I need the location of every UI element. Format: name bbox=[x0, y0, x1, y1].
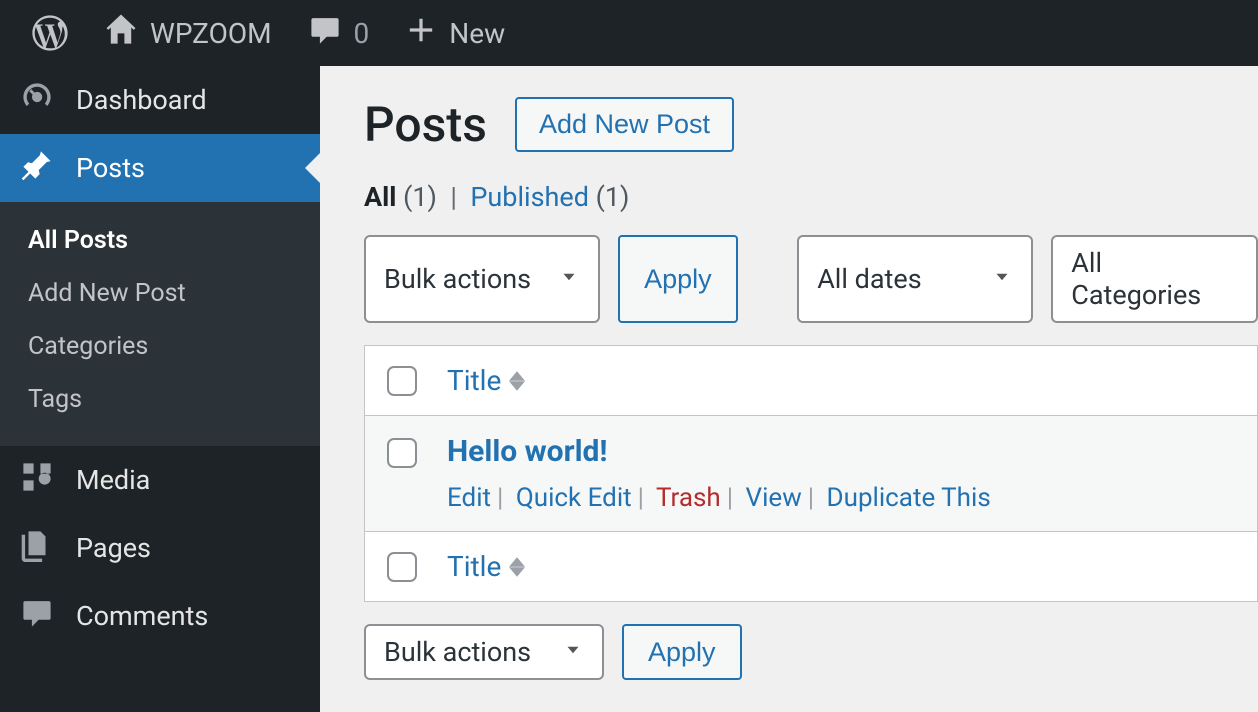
menu-item-pages[interactable]: Pages bbox=[0, 514, 320, 582]
home-icon bbox=[104, 13, 138, 54]
action-view[interactable]: View bbox=[746, 483, 802, 513]
action-duplicate[interactable]: Duplicate This bbox=[827, 483, 991, 513]
post-title-link[interactable]: Hello world! bbox=[447, 434, 991, 469]
menu-label: Media bbox=[76, 464, 150, 496]
menu-item-dashboard[interactable]: Dashboard bbox=[0, 66, 320, 134]
comments-link[interactable]: 0 bbox=[290, 13, 388, 54]
pages-icon bbox=[20, 528, 54, 569]
submenu-item-add-post[interactable]: Add New Post bbox=[0, 267, 320, 320]
menu-item-comments[interactable]: Comments bbox=[0, 582, 320, 650]
select-all-checkbox[interactable] bbox=[387, 366, 417, 396]
comments-icon bbox=[20, 596, 54, 637]
chevron-down-icon bbox=[562, 636, 584, 668]
bulk-actions-select[interactable]: Bulk actions bbox=[364, 235, 600, 323]
table-footer-row: Title bbox=[365, 531, 1257, 601]
bulk-actions-label: Bulk actions bbox=[384, 636, 531, 668]
action-quick-edit[interactable]: Quick Edit bbox=[516, 483, 632, 513]
menu-item-posts[interactable]: Posts bbox=[0, 134, 320, 202]
apply-bulk-button[interactable]: Apply bbox=[618, 235, 738, 323]
select-all-checkbox-bottom[interactable] bbox=[387, 552, 417, 582]
wp-logo[interactable] bbox=[14, 15, 86, 51]
category-filter-select[interactable]: All Categories bbox=[1051, 235, 1258, 323]
site-home-link[interactable]: WPZOOM bbox=[86, 13, 290, 54]
media-icon bbox=[20, 460, 54, 501]
filter-all[interactable]: All bbox=[364, 181, 396, 213]
submenu-posts: All Posts Add New Post Categories Tags bbox=[0, 202, 320, 446]
column-header-title[interactable]: Title bbox=[447, 364, 525, 397]
admin-toolbar: WPZOOM 0 New bbox=[0, 0, 1258, 66]
site-name: WPZOOM bbox=[150, 17, 272, 50]
column-footer-title[interactable]: Title bbox=[447, 550, 525, 583]
posts-table: Title Hello world! Edit| Quick Edit| Tra… bbox=[364, 345, 1258, 602]
filter-published-count: (1) bbox=[596, 181, 630, 213]
menu-item-media[interactable]: Media bbox=[0, 446, 320, 514]
bulk-actions-select-bottom[interactable]: Bulk actions bbox=[364, 624, 604, 680]
sort-icon bbox=[509, 557, 525, 577]
main-content: Posts Add New Post All (1) | Published (… bbox=[320, 66, 1258, 712]
date-filter-label: All dates bbox=[817, 263, 921, 295]
category-filter-label: All Categories bbox=[1071, 247, 1238, 311]
row-checkbox[interactable] bbox=[387, 438, 417, 468]
chevron-down-icon bbox=[558, 263, 580, 295]
comments-count: 0 bbox=[354, 17, 370, 50]
new-label: New bbox=[449, 17, 505, 50]
table-row: Hello world! Edit| Quick Edit| Trash| Vi… bbox=[365, 416, 1257, 531]
menu-label: Dashboard bbox=[76, 84, 207, 116]
bulk-actions-label: Bulk actions bbox=[384, 263, 531, 295]
action-edit[interactable]: Edit bbox=[447, 483, 491, 513]
add-new-post-button[interactable]: Add New Post bbox=[515, 97, 734, 152]
submenu-item-all-posts[interactable]: All Posts bbox=[0, 214, 320, 267]
dashboard-icon bbox=[20, 80, 54, 121]
chevron-down-icon bbox=[991, 263, 1013, 295]
plus-icon bbox=[405, 14, 437, 53]
new-content-link[interactable]: New bbox=[387, 14, 523, 53]
filter-published[interactable]: Published bbox=[470, 181, 589, 213]
apply-bulk-button-bottom[interactable]: Apply bbox=[622, 624, 742, 680]
date-filter-select[interactable]: All dates bbox=[797, 235, 1033, 323]
submenu-item-tags[interactable]: Tags bbox=[0, 373, 320, 426]
menu-label: Comments bbox=[76, 600, 208, 632]
sort-icon bbox=[509, 371, 525, 391]
comment-icon bbox=[308, 13, 342, 54]
row-actions: Edit| Quick Edit| Trash| View| Duplicate… bbox=[447, 483, 991, 513]
filter-all-count: (1) bbox=[403, 181, 437, 213]
pin-icon bbox=[20, 148, 54, 189]
table-header-row: Title bbox=[365, 346, 1257, 416]
status-filter-links: All (1) | Published (1) bbox=[364, 181, 1258, 213]
page-title: Posts bbox=[364, 96, 487, 153]
submenu-item-categories[interactable]: Categories bbox=[0, 320, 320, 373]
menu-label: Pages bbox=[76, 532, 151, 564]
menu-label: Posts bbox=[76, 152, 145, 184]
action-trash[interactable]: Trash bbox=[656, 483, 721, 513]
admin-menu: Dashboard Posts All Posts Add New Post C… bbox=[0, 66, 320, 712]
